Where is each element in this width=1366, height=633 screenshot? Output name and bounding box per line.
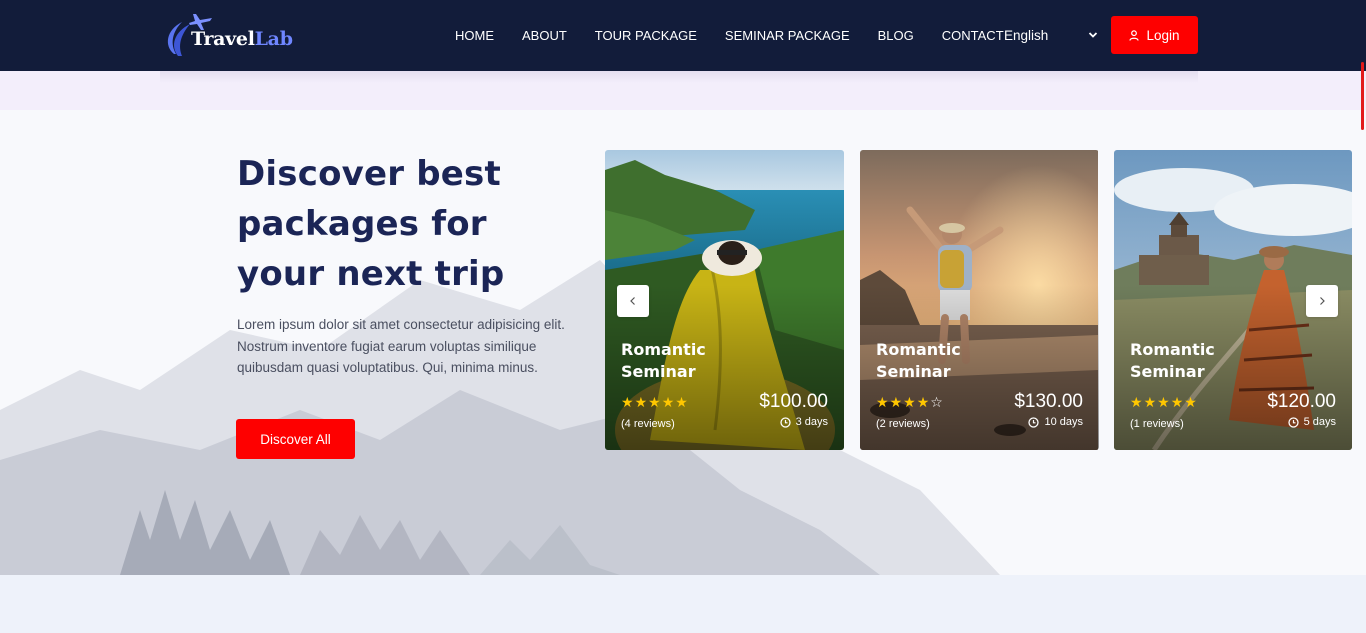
page-scrollbar[interactable]: [1361, 62, 1364, 130]
nav-home[interactable]: HOME: [455, 28, 494, 43]
star-icon: ★: [661, 395, 675, 411]
star-icon: ★: [889, 395, 903, 411]
logo-text-travel: Travel: [191, 28, 255, 50]
hero-description: Lorem ipsum dolor sit amet consectetur a…: [237, 317, 565, 375]
package-price: $100.00: [759, 391, 828, 412]
language-value: English: [1004, 27, 1049, 43]
carousel-prev-button[interactable]: [617, 285, 649, 317]
star-icon: ★: [675, 395, 688, 411]
package-price: $120.00: [1267, 391, 1336, 412]
star-icon: ★: [1170, 395, 1184, 411]
clock-icon: [1028, 416, 1040, 428]
clock-icon: [1287, 416, 1299, 428]
review-count: (2 reviews): [876, 418, 930, 430]
login-button[interactable]: Login: [1111, 16, 1198, 54]
nav-tour-package[interactable]: TOUR PACKAGE: [595, 28, 697, 43]
next-section: [0, 575, 1366, 633]
star-icon: ★: [876, 395, 889, 411]
package-duration: 10 days: [1028, 416, 1083, 428]
login-label: Login: [1146, 27, 1180, 43]
main-nav: HOME ABOUT TOUR PACKAGE SEMINAR PACKAGE …: [455, 0, 1004, 71]
package-duration: 3 days: [779, 416, 828, 428]
clock-icon: [779, 416, 791, 428]
header-shadow: [160, 71, 1198, 83]
language-select[interactable]: English: [1004, 23, 1098, 47]
rating-stars: ★ ★ ★ ★ ★: [621, 396, 689, 410]
user-icon: [1129, 29, 1140, 41]
star-icon: ★: [648, 395, 661, 411]
review-count: (4 reviews): [621, 418, 675, 430]
package-title: Romantic Seminar: [621, 340, 706, 381]
star-icon: ★: [1130, 395, 1143, 411]
review-count: (1 reviews): [1130, 418, 1184, 430]
chevron-down-icon: [1088, 32, 1098, 38]
chevron-left-icon: [630, 297, 635, 305]
star-icon: ★: [1143, 395, 1157, 411]
chevron-right-icon: [1320, 297, 1325, 305]
rating-stars: ★ ★ ★ ★ ★: [1130, 396, 1198, 410]
package-card[interactable]: Romantic Seminar ★ ★ ★ ★ ☆ (2 reviews) $130.…: [860, 150, 1099, 450]
star-icon: ★: [634, 395, 648, 411]
hero-headline: Discover best packages for your next tri…: [237, 154, 505, 294]
nav-seminar-package[interactable]: SEMINAR PACKAGE: [725, 28, 850, 43]
duration-text: 5 days: [1303, 416, 1336, 428]
site-header: TravelLab HOME ABOUT TOUR PACKAGE SEMINA…: [0, 0, 1366, 71]
nav-blog[interactable]: BLOG: [878, 28, 914, 43]
nav-about[interactable]: ABOUT: [522, 28, 567, 43]
nav-contact[interactable]: CONTACT: [942, 28, 1004, 43]
star-icon: ★: [1184, 395, 1197, 411]
logo[interactable]: TravelLab: [160, 10, 293, 60]
package-price: $130.00: [1014, 391, 1083, 412]
duration-text: 10 days: [1044, 416, 1083, 428]
package-title: Romantic Seminar: [1130, 340, 1215, 381]
rating-stars: ★ ★ ★ ★ ☆: [876, 396, 944, 410]
star-icon: ★: [1157, 395, 1170, 411]
carousel-next-button[interactable]: [1306, 285, 1338, 317]
logo-text: TravelLab: [191, 28, 293, 50]
logo-text-lab: Lab: [254, 28, 293, 50]
star-icon: ★: [903, 395, 916, 411]
star-icon: ★: [621, 395, 634, 411]
package-duration: 5 days: [1287, 416, 1336, 428]
duration-text: 3 days: [795, 416, 828, 428]
star-icon: ★: [916, 395, 930, 411]
package-title: Romantic Seminar: [876, 340, 961, 381]
star-icon: ☆: [930, 395, 943, 411]
discover-all-button[interactable]: Discover All: [236, 419, 355, 459]
